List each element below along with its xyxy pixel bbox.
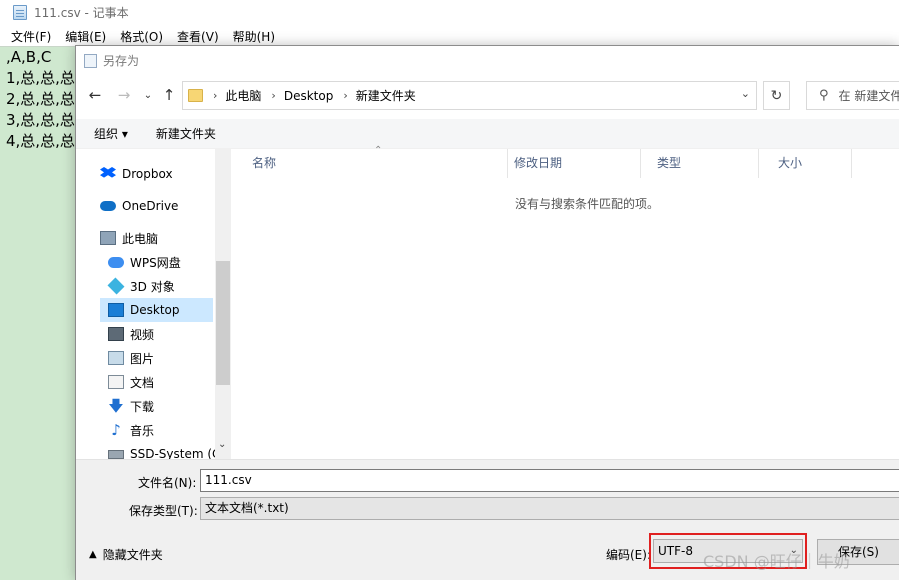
nav-item-dropbox[interactable]: Dropbox xyxy=(100,162,173,186)
save-as-dialog: 另存为 ← → ⌄ ↑ › 此电脑 › Desktop › 新建文件夹 ⌄ ↻ … xyxy=(75,45,899,580)
nav-item-wps-cloud[interactable]: WPS网盘 xyxy=(108,250,181,274)
nav-item-documents[interactable]: 文档 xyxy=(108,370,154,394)
dialog-title: 另存为 xyxy=(103,54,140,68)
videos-icon xyxy=(108,327,124,341)
up-arrow-icon[interactable]: ↑ xyxy=(159,85,179,105)
dialog-toolbar: 组织 ▾ 新建文件夹 xyxy=(76,119,899,149)
nav-item-this-pc[interactable]: 此电脑 xyxy=(100,226,158,250)
organize-button[interactable]: 组织 ▾ xyxy=(94,125,128,142)
menu-format[interactable]: 格式(O) xyxy=(120,28,163,45)
chevron-right-icon[interactable]: › xyxy=(271,89,275,102)
filetype-select[interactable]: 文本文档(*.txt) xyxy=(200,497,899,520)
notepad-menubar: 文件(F) 编辑(E) 格式(O) 查看(V) 帮助(H) xyxy=(0,27,899,46)
chevron-down-icon[interactable]: ⌄ xyxy=(218,439,226,450)
filetype-label: 保存类型(T): xyxy=(129,504,198,518)
filename-label: 文件名(N): xyxy=(138,476,197,490)
chevron-right-icon[interactable]: › xyxy=(213,89,217,102)
onedrive-icon xyxy=(100,201,116,211)
column-modified[interactable]: 修改日期 xyxy=(496,149,641,178)
music-icon: ♪ xyxy=(111,421,121,439)
chevron-up-icon: ▲ xyxy=(89,549,97,560)
nav-item-label: 下载 xyxy=(130,399,155,414)
nav-item-label: 3D 对象 xyxy=(130,279,175,294)
breadcrumb-new-folder[interactable]: 新建文件夹 xyxy=(356,87,416,104)
filename-input[interactable]: 111.csv xyxy=(200,469,899,492)
nav-item-pictures[interactable]: 图片 xyxy=(108,346,154,370)
nav-item-label: 视频 xyxy=(130,327,155,342)
file-list[interactable]: ⌃ 名称 修改日期 类型 大小 没有与搜索条件匹配的项。 xyxy=(234,145,899,459)
back-arrow-icon[interactable]: ← xyxy=(85,85,105,105)
nav-item-label: Dropbox xyxy=(122,167,173,181)
forward-arrow-icon[interactable]: → xyxy=(114,85,134,105)
column-headers: ⌃ 名称 修改日期 类型 大小 xyxy=(234,145,899,178)
documents-icon xyxy=(108,375,124,389)
dialog-icon xyxy=(84,53,97,68)
hide-folders-toggle[interactable]: ▲ 隐藏文件夹 xyxy=(89,546,163,563)
empty-message: 没有与搜索条件匹配的项。 xyxy=(514,197,659,211)
chevron-right-icon[interactable]: › xyxy=(343,89,347,102)
notepad-title: 111.csv - 记事本 xyxy=(34,6,129,20)
pictures-icon xyxy=(108,351,124,365)
menu-file[interactable]: 文件(F) xyxy=(11,28,51,45)
computer-icon xyxy=(100,231,116,245)
nav-item-3d-objects[interactable]: 3D 对象 xyxy=(107,274,175,298)
nav-item-desktop[interactable]: Desktop xyxy=(100,298,213,322)
menu-view[interactable]: 查看(V) xyxy=(177,28,219,45)
nav-item-system-drive[interactable]: SSD-System (C xyxy=(108,442,220,459)
drive-icon xyxy=(108,449,124,459)
wps-cloud-icon xyxy=(108,256,124,268)
dropbox-icon xyxy=(100,167,116,178)
dialog-titlebar: 另存为 xyxy=(76,46,899,75)
navigation-pane: Dropbox OneDrive 此电脑 WPS网盘 3D 对象 Desktop… xyxy=(76,149,231,459)
downloads-icon: 🡇 xyxy=(108,397,124,415)
nav-item-music[interactable]: ♪ 音乐 xyxy=(108,418,154,442)
nav-item-label: WPS网盘 xyxy=(130,255,181,270)
search-input[interactable]: ⚲ 在 新建文件 xyxy=(806,81,899,110)
nav-item-label: Desktop xyxy=(130,303,180,317)
refresh-icon: ↻ xyxy=(770,87,783,104)
encoding-value: UTF-8 xyxy=(658,544,693,558)
folder-icon xyxy=(188,89,203,102)
3d-objects-icon xyxy=(107,277,125,295)
nav-item-label: 此电脑 xyxy=(122,231,159,246)
notepad-titlebar: 111.csv - 记事本 xyxy=(0,0,899,25)
address-bar[interactable]: › 此电脑 › Desktop › 新建文件夹 ⌄ xyxy=(182,81,757,110)
nav-item-label: 音乐 xyxy=(130,423,155,438)
menu-help[interactable]: 帮助(H) xyxy=(233,28,275,45)
chevron-down-icon[interactable]: ⌄ xyxy=(138,85,158,105)
notepad-icon xyxy=(13,5,27,20)
navigation-scrollbar[interactable]: ⌄ xyxy=(215,149,231,459)
nav-item-label: OneDrive xyxy=(122,199,179,213)
new-folder-button[interactable]: 新建文件夹 xyxy=(156,125,216,142)
navigation-bar: ← → ⌄ ↑ › 此电脑 › Desktop › 新建文件夹 ⌄ ↻ ⚲ 在 … xyxy=(76,79,899,113)
watermark: CSDN @旺仔｜牛奶 xyxy=(703,552,850,571)
menu-edit[interactable]: 编辑(E) xyxy=(65,28,106,45)
refresh-button[interactable]: ↻ xyxy=(763,81,790,110)
column-name[interactable]: 名称 xyxy=(234,149,508,178)
column-size[interactable]: 大小 xyxy=(760,149,852,178)
file-fields: 文件名(N): 111.csv 保存类型(T): 文本文档(*.txt) xyxy=(76,459,899,529)
nav-item-label: 图片 xyxy=(130,351,155,366)
desktop-icon xyxy=(108,303,124,317)
breadcrumb-desktop[interactable]: Desktop xyxy=(284,89,334,103)
hide-folders-label: 隐藏文件夹 xyxy=(102,548,163,562)
column-type[interactable]: 类型 xyxy=(639,149,759,178)
chevron-down-icon[interactable]: ⌄ xyxy=(741,87,750,100)
scrollbar-thumb[interactable] xyxy=(216,261,230,385)
search-icon: ⚲ xyxy=(819,88,829,103)
breadcrumb-this-pc[interactable]: 此电脑 xyxy=(225,87,261,104)
nav-item-onedrive[interactable]: OneDrive xyxy=(100,194,178,218)
encoding-label: 编码(E): xyxy=(606,548,651,562)
search-placeholder: 在 新建文件 xyxy=(838,89,899,103)
nav-item-label: 文档 xyxy=(130,375,155,390)
nav-item-videos[interactable]: 视频 xyxy=(108,322,154,346)
nav-item-downloads[interactable]: 🡇 下载 xyxy=(108,394,154,418)
nav-item-label: SSD-System (C xyxy=(130,447,221,459)
